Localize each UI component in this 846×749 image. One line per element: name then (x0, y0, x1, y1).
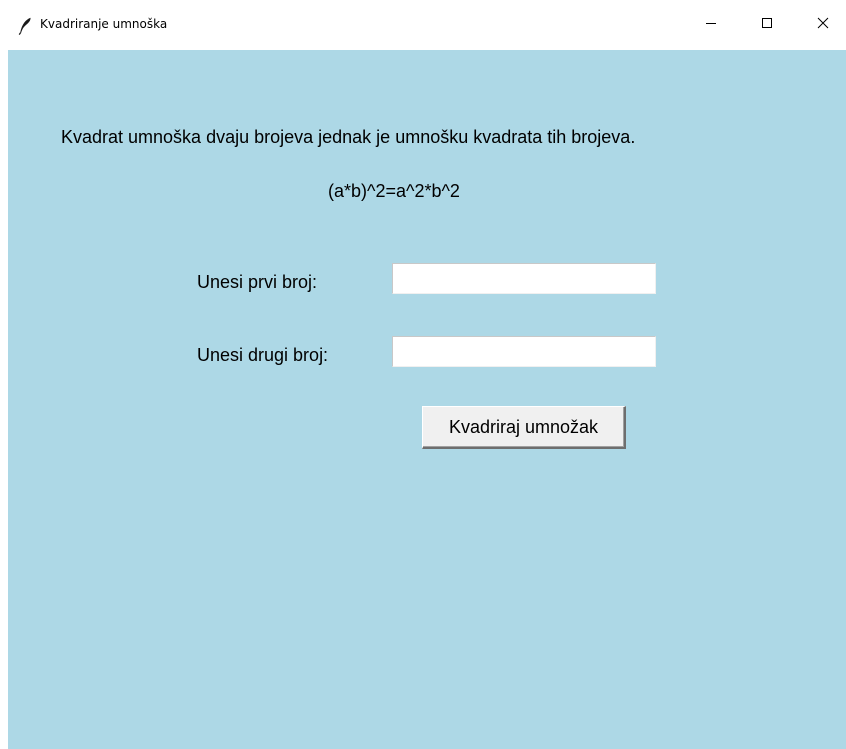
second-number-label: Unesi drugi broj: (197, 345, 329, 365)
first-number-label: Unesi prvi broj: (197, 272, 318, 292)
app-window: Kvadriranje umnoška Kvadrat umnoška dvaj… (0, 0, 846, 749)
main-panel: Kvadrat umnoška dvaju brojeva jednak je … (8, 50, 846, 749)
first-number-input[interactable] (392, 263, 656, 294)
second-number-input[interactable] (392, 336, 656, 367)
maximize-icon (761, 16, 773, 34)
title-bar[interactable]: Kvadriranje umnoška (0, 0, 846, 50)
description-text: Kvadrat umnoška dvaju brojeva jednak je … (61, 127, 636, 147)
minimize-button[interactable] (688, 0, 734, 50)
formula-text: (a*b)^2=a^2*b^2 (328, 181, 460, 201)
minimize-icon (705, 16, 717, 34)
square-product-button[interactable]: Kvadriraj umnožak (422, 406, 626, 449)
maximize-button[interactable] (744, 0, 790, 50)
feather-icon (18, 17, 32, 35)
window-title: Kvadriranje umnoška (40, 17, 168, 31)
close-button[interactable] (800, 0, 846, 50)
close-icon (817, 16, 829, 34)
